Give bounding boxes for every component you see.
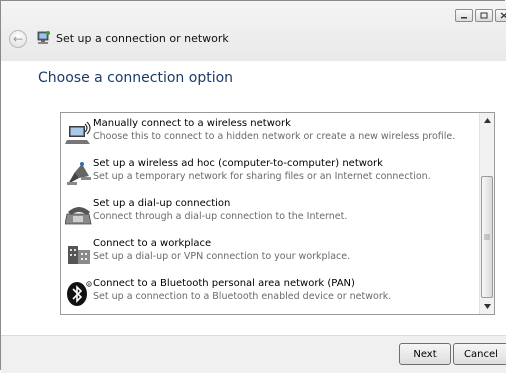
scroll-up-button[interactable] (480, 113, 494, 127)
bluetooth-icon: R (67, 281, 92, 306)
minimize-icon (461, 16, 467, 18)
scroll-up-icon (483, 117, 491, 123)
list-scrollbar[interactable] (479, 113, 494, 314)
option-label: Manually connect to a wireless network (93, 118, 291, 129)
option-description: Set up a connection to a Bluetooth enabl… (93, 291, 392, 302)
scroll-thumb[interactable] (481, 176, 493, 298)
network-wizard-icon (37, 31, 50, 44)
wizard-window: ← Set up a connection or network Choose … (0, 0, 506, 373)
option-workplace[interactable]: Connect to a workplace Set up a dial-up … (62, 238, 480, 276)
cancel-button[interactable]: Cancel (453, 343, 506, 365)
grip-icon (484, 234, 490, 240)
page-heading: Choose a connection option (38, 70, 234, 86)
back-button[interactable]: ← (9, 30, 27, 48)
caption-buttons (455, 9, 506, 22)
option-description: Connect through a dial-up connection to … (93, 211, 348, 222)
option-bluetooth-pan[interactable]: R Connect to a Bluetooth personal area n… (62, 278, 480, 316)
next-button[interactable]: Next (399, 343, 451, 365)
minimize-button[interactable] (455, 9, 473, 22)
option-label: Connect to a Bluetooth personal area net… (93, 278, 355, 289)
maximize-icon (480, 12, 488, 19)
close-icon (500, 12, 506, 19)
scroll-down-icon (483, 303, 491, 309)
connection-options-list[interactable]: Manually connect to a wireless network C… (60, 112, 495, 315)
window-title: Set up a connection or network (56, 32, 229, 45)
dial-up-phone-icon (65, 207, 92, 225)
title-bar: ← Set up a connection or network (1, 1, 506, 61)
scroll-down-button[interactable] (480, 299, 494, 313)
option-description: Set up a dial-up or VPN connection to yo… (93, 251, 351, 262)
option-manual-wireless[interactable]: Manually connect to a wireless network C… (62, 118, 480, 156)
ad-hoc-network-icon (67, 162, 91, 185)
back-arrow-icon: ← (12, 32, 24, 46)
maximize-button[interactable] (475, 9, 493, 22)
option-description: Set up a temporary network for sharing f… (93, 171, 431, 182)
option-label: Set up a wireless ad hoc (computer-to-co… (93, 158, 383, 169)
option-label: Connect to a workplace (93, 238, 212, 249)
wireless-network-icon (65, 121, 91, 144)
workplace-vpn-icon (68, 246, 90, 264)
option-ad-hoc[interactable]: Set up a wireless ad hoc (computer-to-co… (62, 158, 480, 196)
option-label: Set up a dial-up connection (93, 198, 231, 209)
option-dial-up[interactable]: Set up a dial-up connection Connect thro… (62, 198, 480, 236)
close-button[interactable] (495, 9, 506, 22)
option-description: Choose this to connect to a hidden netwo… (93, 131, 456, 142)
button-bar: Next Cancel (1, 335, 506, 373)
